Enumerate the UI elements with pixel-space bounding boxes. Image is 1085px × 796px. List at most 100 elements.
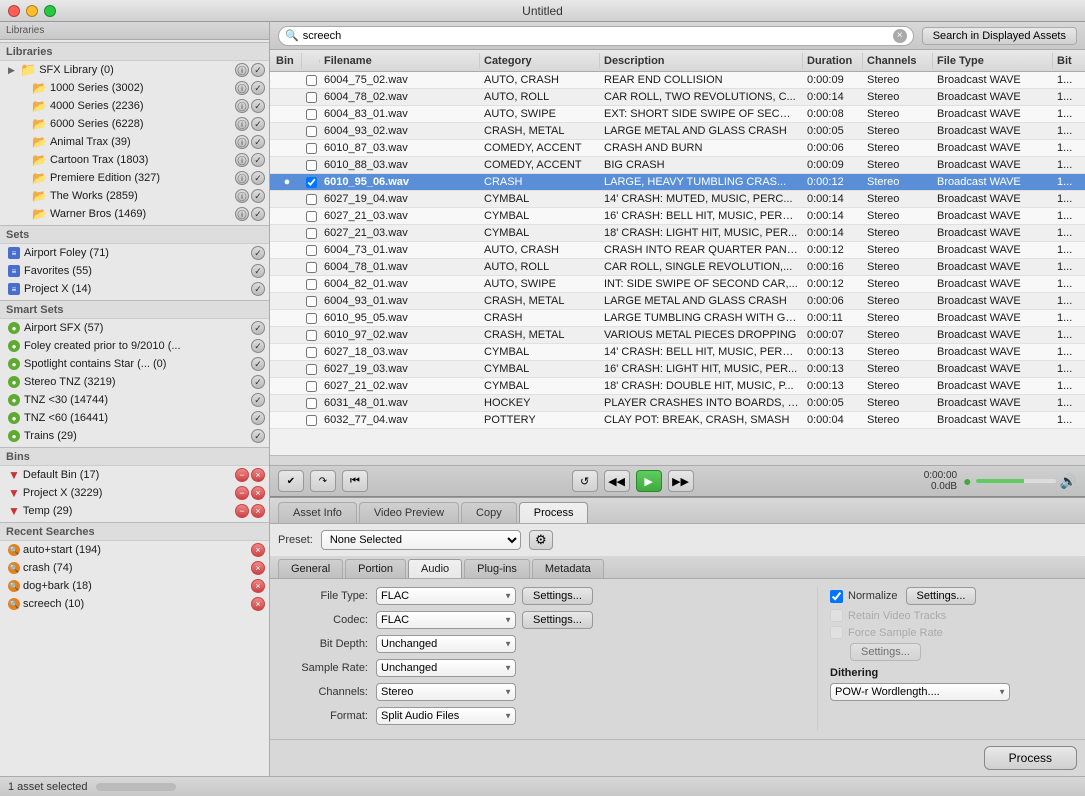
sidebar-item-temp-bin[interactable]: ▼ Temp (29) − × [0, 502, 269, 520]
sidebar-item-favorites[interactable]: ≡ Favorites (55) ✓ [0, 262, 269, 280]
sidebar-item-foley-prior[interactable]: ● Foley created prior to 9/2010 (... ✓ [0, 337, 269, 355]
td-checkbox[interactable] [302, 346, 320, 359]
check-btn[interactable]: ✓ [251, 63, 265, 77]
sub-tab-general[interactable]: General [278, 559, 343, 578]
x-btn-auto[interactable]: × [251, 543, 265, 557]
td-checkbox[interactable] [302, 363, 320, 376]
play-button[interactable]: ▶ [636, 470, 662, 492]
td-checkbox[interactable] [302, 91, 320, 104]
info-btn[interactable]: ⓘ [235, 63, 249, 77]
check-btn-works[interactable]: ✓ [251, 189, 265, 203]
td-checkbox[interactable] [302, 329, 320, 342]
check-btn-asfx[interactable]: ✓ [251, 321, 265, 335]
minus-btn-temp[interactable]: − [235, 504, 249, 518]
check-btn-trains[interactable]: ✓ [251, 429, 265, 443]
info-btn-premiere[interactable]: ⓘ [235, 171, 249, 185]
sidebar-item-auto-start[interactable]: 🔍 auto+start (194) × [0, 541, 269, 559]
check-btn-1000[interactable]: ✓ [251, 81, 265, 95]
x-btn-default[interactable]: × [251, 468, 265, 482]
minimize-button[interactable] [26, 5, 38, 17]
x-btn-dog[interactable]: × [251, 579, 265, 593]
info-btn-animal[interactable]: ⓘ [235, 135, 249, 149]
table-row[interactable]: 6032_77_04.wav POTTERY CLAY POT: BREAK, … [270, 412, 1085, 429]
td-checkbox[interactable] [302, 108, 320, 121]
check-btn-tnz60[interactable]: ✓ [251, 411, 265, 425]
col-bit[interactable]: Bit [1053, 53, 1083, 69]
info-btn-6000[interactable]: ⓘ [235, 117, 249, 131]
preset-gear-button[interactable]: ⚙ [529, 530, 553, 550]
copy-button[interactable]: ↷ [310, 470, 336, 492]
sidebar-item-sfx-library[interactable]: ▶ 📁 SFX Library (0) ⓘ ✓ [0, 61, 269, 79]
preset-select[interactable]: None Selected [321, 530, 521, 550]
sidebar-item-default-bin[interactable]: ▼ Default Bin (17) − × [0, 466, 269, 484]
sidebar-item-warner[interactable]: 📂 Warner Bros (1469) ⓘ ✓ [0, 205, 269, 223]
sidebar-item-screech-search[interactable]: 🔍 screech (10) × [0, 595, 269, 613]
table-row[interactable]: 6004_73_01.wav AUTO, CRASH CRASH INTO RE… [270, 242, 1085, 259]
sidebar-item-project-x-set[interactable]: ≡ Project X (14) ✓ [0, 280, 269, 298]
table-row[interactable]: 6027_21_02.wav CYMBAL 18' CRASH: DOUBLE … [270, 378, 1085, 395]
x-btn-screech[interactable]: × [251, 597, 265, 611]
sidebar-item-spotlight[interactable]: ● Spotlight contains Star (... (0) ✓ [0, 355, 269, 373]
td-checkbox[interactable] [302, 312, 320, 325]
tab-process[interactable]: Process [519, 502, 589, 523]
minus-btn-default[interactable]: − [235, 468, 249, 482]
td-checkbox[interactable] [302, 278, 320, 291]
check-btn-stnz[interactable]: ✓ [251, 375, 265, 389]
force-sample-settings-button[interactable]: Settings... [850, 643, 921, 661]
table-row[interactable]: ● 6010_95_06.wav CRASH LARGE, HEAVY TUMB… [270, 174, 1085, 191]
sub-tab-metadata[interactable]: Metadata [532, 559, 604, 578]
table-row[interactable]: 6004_82_01.wav AUTO, SWIPE INT: SIDE SWI… [270, 276, 1085, 293]
td-checkbox[interactable] [302, 193, 320, 206]
file-type-settings-button[interactable]: Settings... [522, 587, 593, 605]
x-btn-px[interactable]: × [251, 486, 265, 500]
sidebar-item-airport-foley[interactable]: ≡ Airport Foley (71) ✓ [0, 244, 269, 262]
col-duration[interactable]: Duration [803, 53, 863, 69]
table-row[interactable]: 6004_83_01.wav AUTO, SWIPE EXT: SHORT SI… [270, 106, 1085, 123]
col-category[interactable]: Category [480, 53, 600, 69]
col-filetype[interactable]: File Type [933, 53, 1053, 69]
sub-tab-audio[interactable]: Audio [408, 559, 462, 578]
td-checkbox[interactable] [302, 227, 320, 240]
check-btn-6000[interactable]: ✓ [251, 117, 265, 131]
search-clear-button[interactable]: × [893, 29, 907, 43]
channels-select[interactable]: Stereo [376, 683, 516, 701]
maximize-button[interactable] [44, 5, 56, 17]
table-row[interactable]: 6010_97_02.wav CRASH, METAL VARIOUS META… [270, 327, 1085, 344]
minus-btn-px[interactable]: − [235, 486, 249, 500]
table-row[interactable]: 6010_95_05.wav CRASH LARGE TUMBLING CRAS… [270, 310, 1085, 327]
sub-tab-plugins[interactable]: Plug-ins [464, 559, 530, 578]
sidebar-item-airport-sfx[interactable]: ● Airport SFX (57) ✓ [0, 319, 269, 337]
sidebar-item-works[interactable]: 📂 The Works (2859) ⓘ ✓ [0, 187, 269, 205]
info-btn-4000[interactable]: ⓘ [235, 99, 249, 113]
sidebar-item-animal[interactable]: 📂 Animal Trax (39) ⓘ ✓ [0, 133, 269, 151]
sidebar-item-1000[interactable]: 📂 1000 Series (3002) ⓘ ✓ [0, 79, 269, 97]
forward-button[interactable]: ▶▶ [668, 470, 694, 492]
tab-asset-info[interactable]: Asset Info [278, 502, 357, 523]
td-checkbox[interactable] [302, 295, 320, 308]
sub-tab-portion[interactable]: Portion [345, 559, 406, 578]
td-checkbox[interactable] [302, 397, 320, 410]
codec-select[interactable]: FLAC [376, 611, 516, 629]
retain-video-checkbox[interactable] [830, 609, 843, 622]
td-checkbox[interactable] [302, 125, 320, 138]
sidebar-item-project-x-bin[interactable]: ▼ Project X (3229) − × [0, 484, 269, 502]
dithering-select[interactable]: POW-r Wordlength.... [830, 683, 1010, 701]
table-row[interactable]: 6027_19_04.wav CYMBAL 14' CRASH: MUTED, … [270, 191, 1085, 208]
table-row[interactable]: 6004_93_02.wav CRASH, METAL LARGE METAL … [270, 123, 1085, 140]
sidebar-item-4000[interactable]: 📂 4000 Series (2236) ⓘ ✓ [0, 97, 269, 115]
info-btn-1000[interactable]: ⓘ [235, 81, 249, 95]
td-checkbox[interactable] [302, 159, 320, 172]
td-checkbox[interactable] [302, 380, 320, 393]
table-row[interactable]: 6027_18_03.wav CYMBAL 14' CRASH: BELL HI… [270, 344, 1085, 361]
table-row[interactable]: 6027_19_03.wav CYMBAL 16' CRASH: LIGHT H… [270, 361, 1085, 378]
table-row[interactable]: 6031_48_01.wav HOCKEY PLAYER CRASHES INT… [270, 395, 1085, 412]
sidebar-item-trains[interactable]: ● Trains (29) ✓ [0, 427, 269, 445]
normalize-settings-button[interactable]: Settings... [906, 587, 977, 605]
tab-video-preview[interactable]: Video Preview [359, 502, 459, 523]
volume-slider[interactable] [976, 479, 1056, 483]
col-description[interactable]: Description [600, 53, 803, 69]
info-btn-works[interactable]: ⓘ [235, 189, 249, 203]
loop-button[interactable]: ↺ [572, 470, 598, 492]
table-row[interactable]: 6027_21_03.wav CYMBAL 16' CRASH: BELL HI… [270, 208, 1085, 225]
info-btn-cartoon[interactable]: ⓘ [235, 153, 249, 167]
